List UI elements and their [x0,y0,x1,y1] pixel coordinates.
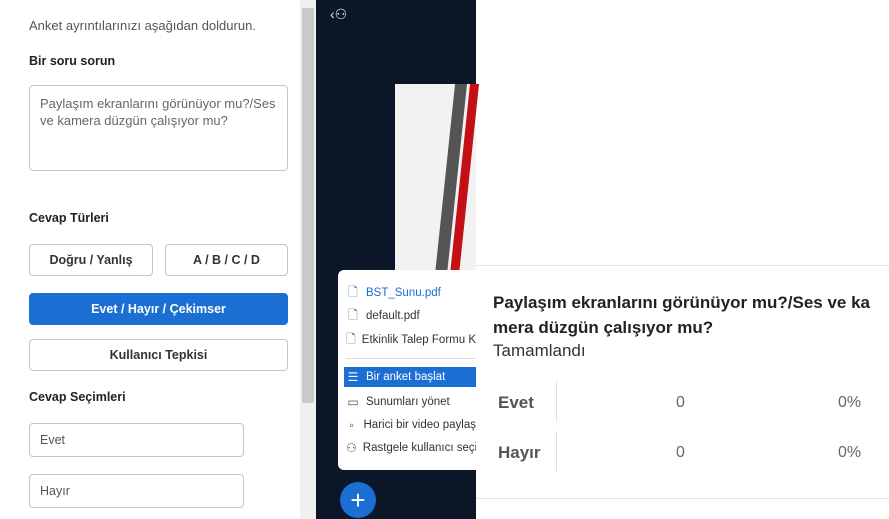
menu-divider [346,358,476,359]
question-heading: Bir soru sorun [29,54,116,68]
random-user-item[interactable]: ⚇ Rastgele kullanıcı seçi [346,438,476,458]
start-poll-item[interactable]: ☰ Bir anket başlat [344,367,476,387]
user-list-toggle-icon[interactable]: ‹⚇ [330,6,347,23]
scrollbar-thumb[interactable] [302,8,314,403]
result-row-percent-2: 0% [838,444,862,461]
yes-no-abstain-button[interactable]: Evet / Hayır / Çekimser [29,293,288,325]
answer-types-heading: Cevap Türleri [29,211,109,225]
share-video-item[interactable]: ▫ Harici bir video paylaş [346,415,476,435]
result-row-percent-1: 0% [838,394,862,411]
poll-intro: Anket ayrıntılarınızı aşağıdan doldurun. [29,18,256,33]
actions-plus-button[interactable]: + [340,482,376,518]
file-icon: 🗋 [348,307,358,322]
menu-file-3[interactable]: 🗋 Etkinlik Talep Formu K [346,330,476,350]
start-poll-label: Bir anket başlat [366,371,446,383]
video-icon: ▫ [349,418,354,432]
random-user-label: Rastgele kullanıcı seçi [362,442,476,454]
true-false-button[interactable]: Doğru / Yanlış [29,244,153,276]
result-row-label-1: Evet [498,393,534,412]
menu-file-2-label: default.pdf [366,310,420,322]
manage-presentations-item[interactable]: ▭ Sunumları yönet [346,392,476,412]
share-video-label: Harici bir video paylaş [363,419,477,431]
file-icon: 🗋 [346,331,356,346]
choice-input-2[interactable]: Hayır [29,474,244,508]
result-row-separator-1 [556,381,557,421]
user-icon: ⚇ [346,441,357,455]
result-row-count-1: 0 [676,394,685,411]
result-divider-top [476,265,889,266]
result-row-separator-2 [556,431,557,471]
menu-file-3-label: Etkinlik Talep Formu K [361,334,476,346]
menu-file-1-label: BST_Sunu.pdf [366,287,441,299]
user-reaction-button[interactable]: Kullanıcı Tepkisi [29,339,288,371]
result-question: Paylaşım ekranlarını görünüyor mu?/Ses v… [493,293,870,337]
result-divider-bottom [476,498,889,499]
presentation-icon: ▭ [347,395,359,409]
actions-menu: 🗋 BST_Sunu.pdf 🗋 default.pdf 🗋 Etkinlik Tal… [338,270,476,470]
result-row-count-2: 0 [676,444,685,461]
answer-choices-heading: Cevap Seçimleri [29,390,126,404]
file-icon: 🗋 [348,284,358,299]
question-input[interactable]: Paylaşım ekranlarını görünüyor mu?/Ses v… [29,85,288,171]
menu-file-1[interactable]: 🗋 BST_Sunu.pdf [346,283,476,303]
abcd-button[interactable]: A / B / C / D [165,244,288,276]
poll-list-icon: ☰ [347,370,359,384]
poll-form-panel: Anket ayrıntılarınızı aşağıdan doldurun.… [0,0,316,519]
choice-input-1[interactable]: Evet [29,423,244,457]
manage-presentations-label: Sunumları yönet [366,396,450,408]
result-status: Tamamlandı [493,341,586,360]
result-row-label-2: Hayır [498,443,541,462]
menu-file-2[interactable]: 🗋 default.pdf [346,306,476,326]
